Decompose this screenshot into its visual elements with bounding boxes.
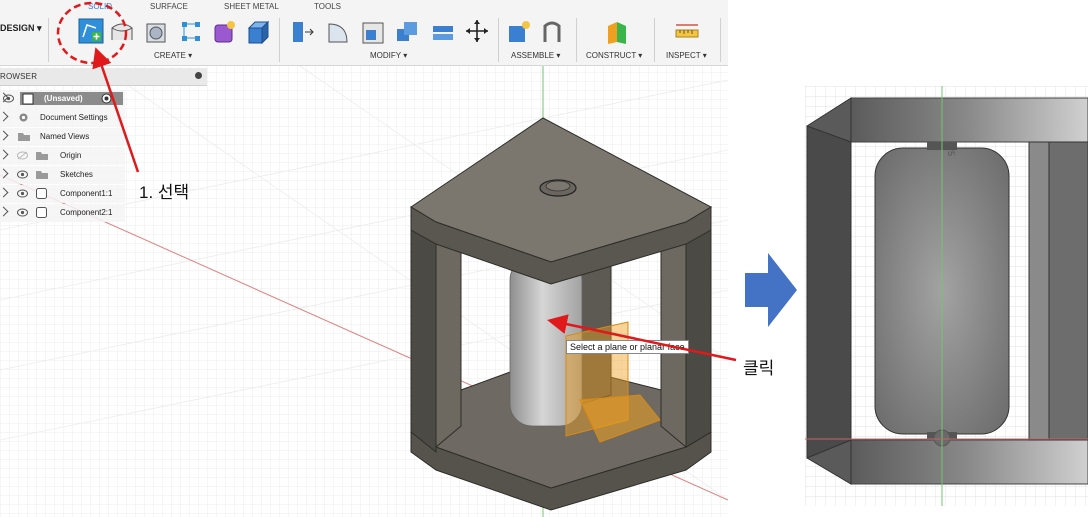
move-icon[interactable] <box>464 18 490 46</box>
workspace-menu[interactable]: DESIGN ▾ <box>0 23 42 34</box>
visibility-eye-icon[interactable] <box>17 189 28 198</box>
revolve-icon[interactable] <box>144 18 170 46</box>
visibility-eye-icon[interactable] <box>17 151 28 160</box>
browser-title: ROWSER <box>0 72 38 81</box>
browser-item-label: Named Views <box>40 132 90 141</box>
chevron-right-icon[interactable] <box>0 130 9 141</box>
measure-icon[interactable] <box>674 18 700 46</box>
browser-item-label: Component2:1 <box>60 208 113 217</box>
browser-item-label: Origin <box>60 151 82 160</box>
right-arrow-icon <box>745 253 797 327</box>
browser-item-document-settings[interactable]: Document Settings <box>0 109 125 127</box>
chevron-right-icon[interactable] <box>0 206 9 217</box>
click-label: 클릭 <box>743 359 775 378</box>
browser-item-label: Document Settings <box>40 113 108 122</box>
toolbar: SOLID SURFACE SHEET METAL TOOLS DESIGN ▾… <box>0 0 728 66</box>
browser-collapse-button[interactable] <box>195 72 202 79</box>
browser-item-origin[interactable]: Origin <box>0 147 125 165</box>
new-component-icon[interactable] <box>506 18 532 46</box>
separator <box>48 18 49 62</box>
assemble-menu[interactable]: ASSEMBLE ▾ <box>511 51 560 60</box>
joint-icon[interactable] <box>540 18 566 46</box>
dimension-label: 25 <box>946 145 957 157</box>
chevron-right-icon[interactable] <box>0 187 9 198</box>
browser-item-sketches[interactable]: Sketches <box>0 166 125 184</box>
selection-tooltip: Select a plane or planar face <box>566 340 689 354</box>
component-icon <box>36 188 47 199</box>
chamfer-icon[interactable] <box>360 18 386 46</box>
separator <box>498 18 499 62</box>
create-sketch-icon[interactable] <box>78 18 104 46</box>
activate-radio-icon[interactable] <box>101 93 112 104</box>
gear-icon <box>19 113 28 122</box>
extrude-icon[interactable] <box>110 18 136 46</box>
browser-item-component1[interactable]: Component1:1 <box>0 185 125 203</box>
browser-item-component2[interactable]: Component2:1 <box>0 204 125 222</box>
document-name: (Unsaved) <box>44 94 83 103</box>
fillet-icon[interactable] <box>326 18 352 46</box>
tab-tools[interactable]: TOOLS <box>314 2 341 11</box>
folder-icon <box>36 171 48 179</box>
component-icon <box>36 207 47 218</box>
bottom-frame <box>850 439 1088 485</box>
construct-menu[interactable]: CONSTRUCT ▾ <box>586 51 642 60</box>
modify-menu[interactable]: MODIFY ▾ <box>370 51 407 60</box>
browser-header: ROWSER <box>0 68 207 86</box>
visibility-eye-icon[interactable] <box>3 94 14 103</box>
separator <box>576 18 577 62</box>
folder-icon <box>18 133 30 141</box>
sketch-dimension-icon[interactable] <box>178 18 204 46</box>
box-icon[interactable] <box>246 18 272 46</box>
browser-item-root[interactable]: (Unsaved) <box>0 90 125 108</box>
press-pull-icon[interactable] <box>290 18 316 46</box>
separator <box>720 18 721 62</box>
browser-item-label: Component1:1 <box>60 189 113 198</box>
combine-icon[interactable] <box>394 18 420 46</box>
chevron-right-icon[interactable] <box>0 111 9 122</box>
tab-sheet-metal[interactable]: SHEET METAL <box>224 2 279 11</box>
shell-icon[interactable] <box>430 18 456 46</box>
top-frame <box>850 97 1088 143</box>
browser-item-named-views[interactable]: Named Views <box>0 128 125 146</box>
chevron-right-icon[interactable] <box>0 149 9 160</box>
document-icon <box>22 93 34 105</box>
folder-icon <box>36 152 48 160</box>
create-menu[interactable]: CREATE ▾ <box>154 51 192 60</box>
offset-plane-icon[interactable] <box>604 18 630 46</box>
tab-surface[interactable]: SURFACE <box>150 2 188 11</box>
chevron-right-icon[interactable] <box>0 168 9 179</box>
separator <box>279 18 280 62</box>
form-icon[interactable] <box>212 18 238 46</box>
step1-label: 1. 선택 <box>139 183 190 202</box>
browser-item-label: Sketches <box>60 170 93 179</box>
separator <box>654 18 655 62</box>
inspect-menu[interactable]: INSPECT ▾ <box>666 51 707 60</box>
visibility-eye-icon[interactable] <box>17 208 28 217</box>
tab-solid[interactable]: SOLID <box>88 2 112 11</box>
visibility-eye-icon[interactable] <box>17 170 28 179</box>
